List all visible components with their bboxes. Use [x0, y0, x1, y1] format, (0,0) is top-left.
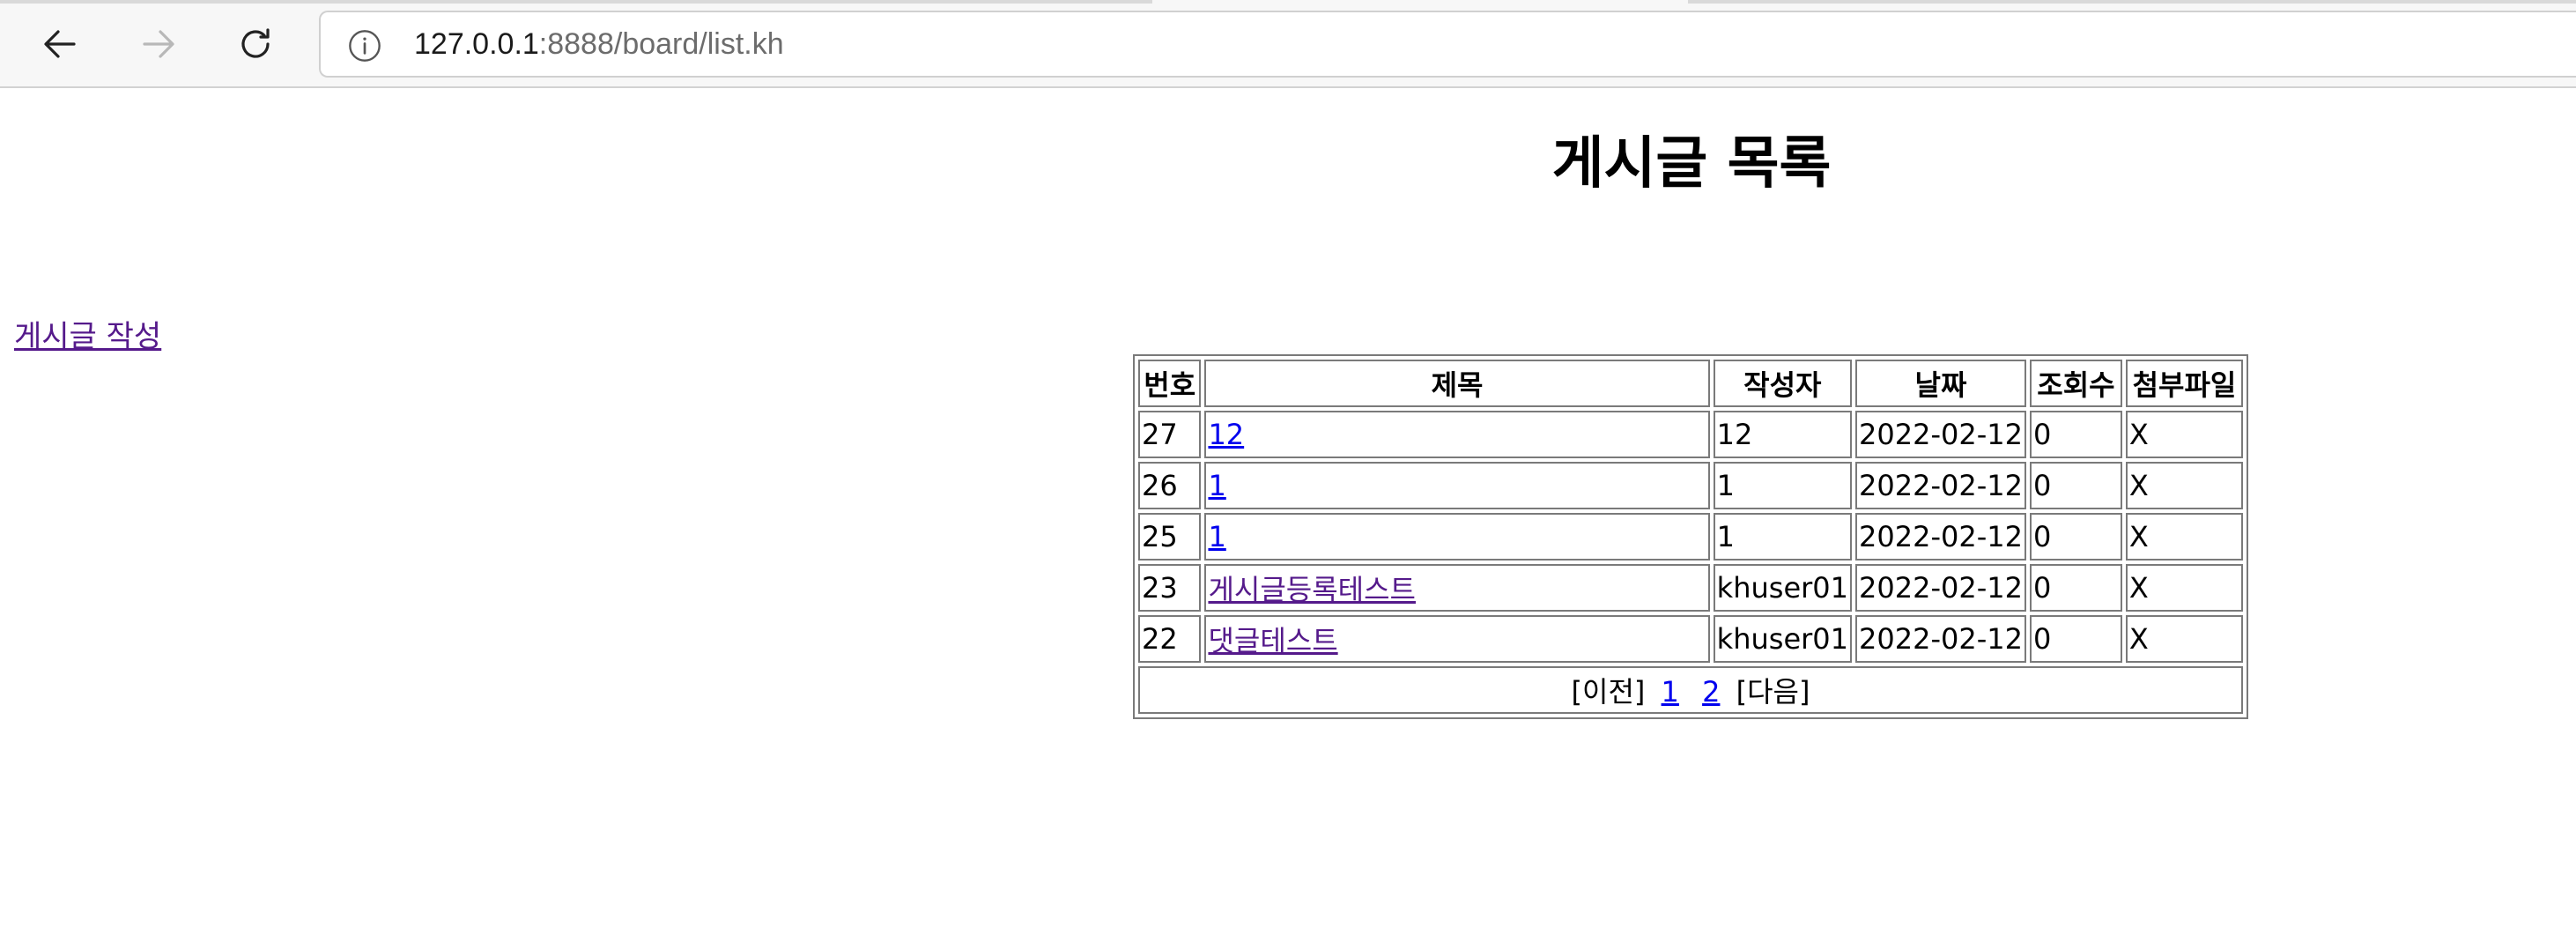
pagination-prev: [이전] — [1571, 675, 1646, 709]
cell-title: 1 — [1204, 513, 1710, 561]
cell-attachment: X — [2125, 462, 2243, 509]
header-writer: 작성자 — [1713, 360, 1852, 407]
cell-title: 1 — [1204, 462, 1710, 509]
table-row: 23 게시글등록테스트 khuser01 2022-02-12 0 X — [1138, 564, 2243, 612]
cell-attachment: X — [2125, 513, 2243, 561]
header-attachment: 첨부파일 — [2125, 360, 2243, 407]
cell-date: 2022-02-12 — [1855, 411, 2026, 458]
cell-date: 2022-02-12 — [1855, 564, 2026, 612]
cell-attachment: X — [2125, 411, 2243, 458]
cell-date: 2022-02-12 — [1855, 615, 2026, 663]
write-post-link[interactable]: 게시글 작성 — [14, 312, 161, 355]
url-text[interactable]: 127.0.0.1:8888/board/list.kh — [414, 12, 784, 76]
post-title-link[interactable]: 1 — [1208, 469, 1225, 502]
page-title: 게시글 목록 — [1551, 131, 1832, 197]
tab-strip-edge — [1688, 0, 2576, 4]
cell-title: 댓글테스트 — [1204, 615, 1710, 663]
pagination: [이전] 1 2 [다음] — [1138, 666, 2243, 714]
cell-date: 2022-02-12 — [1855, 462, 2026, 509]
post-title-link[interactable]: 1 — [1208, 520, 1225, 553]
table-header-row: 번호 제목 작성자 날짜 조회수 첨부파일 — [1138, 360, 2243, 407]
reload-icon — [241, 28, 270, 58]
cell-views: 0 — [2029, 615, 2122, 663]
header-number: 번호 — [1138, 360, 1202, 407]
table-row: 22 댓글테스트 khuser01 2022-02-12 0 X — [1138, 615, 2243, 663]
cell-views: 0 — [2029, 564, 2122, 612]
header-date: 날짜 — [1855, 360, 2026, 407]
url-host: 127.0.0.1 — [414, 27, 539, 61]
cell-number: 26 — [1138, 462, 1202, 509]
cell-views: 0 — [2029, 513, 2122, 561]
cell-number: 25 — [1138, 513, 1202, 561]
cell-writer: 12 — [1713, 411, 1852, 458]
cell-writer: khuser01 — [1713, 615, 1852, 663]
table-row: 27 12 12 2022-02-12 0 X — [1138, 411, 2243, 458]
post-title-link[interactable]: 댓글테스트 — [1208, 624, 1337, 657]
cell-attachment: X — [2125, 615, 2243, 663]
cell-writer: 1 — [1713, 462, 1852, 509]
back-arrow-icon — [44, 30, 76, 58]
cell-attachment: X — [2125, 564, 2243, 612]
reload-button[interactable] — [227, 16, 284, 72]
pagination-next: [다음] — [1736, 675, 1810, 709]
pagination-page-1[interactable]: 1 — [1662, 675, 1679, 709]
cell-title: 12 — [1204, 411, 1710, 458]
table-row: 26 1 1 2022-02-12 0 X — [1138, 462, 2243, 509]
header-title: 제목 — [1204, 360, 1710, 407]
board-table: 번호 제목 작성자 날짜 조회수 첨부파일 27 12 12 2022-02-1… — [1133, 354, 2248, 719]
cell-views: 0 — [2029, 462, 2122, 509]
info-icon[interactable] — [347, 28, 382, 63]
cell-writer: khuser01 — [1713, 564, 1852, 612]
back-button[interactable] — [32, 16, 88, 72]
browser-toolbar: 127.0.0.1:8888/board/list.kh — [0, 0, 2576, 88]
cell-title: 게시글등록테스트 — [1204, 564, 1710, 612]
header-views: 조회수 — [2029, 360, 2122, 407]
cell-writer: 1 — [1713, 513, 1852, 561]
post-title-link[interactable]: 12 — [1208, 418, 1244, 451]
forward-button[interactable] — [130, 16, 187, 72]
pagination-row: [이전] 1 2 [다음] — [1138, 666, 2243, 714]
cell-date: 2022-02-12 — [1855, 513, 2026, 561]
cell-number: 23 — [1138, 564, 1202, 612]
cell-number: 22 — [1138, 615, 1202, 663]
cell-views: 0 — [2029, 411, 2122, 458]
table-row: 25 1 1 2022-02-12 0 X — [1138, 513, 2243, 561]
cell-number: 27 — [1138, 411, 1202, 458]
pagination-page-2[interactable]: 2 — [1702, 675, 1720, 709]
address-bar[interactable]: 127.0.0.1:8888/board/list.kh — [319, 11, 2576, 78]
post-title-link[interactable]: 게시글등록테스트 — [1208, 573, 1416, 606]
forward-arrow-icon — [143, 30, 174, 58]
tab-strip-edge — [0, 0, 1152, 4]
url-path: :8888/board/list.kh — [538, 27, 784, 61]
